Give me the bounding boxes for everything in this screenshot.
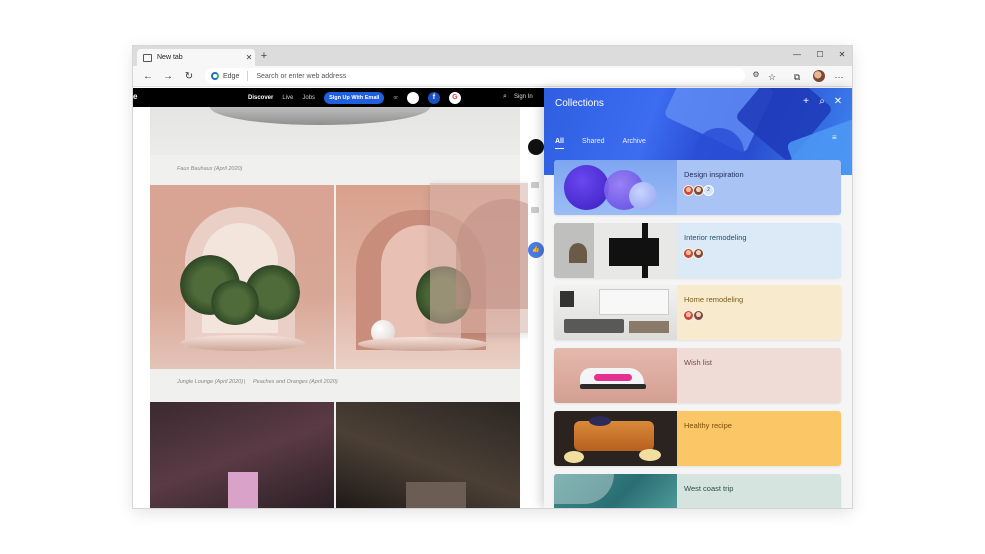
site-links: Discover Live Jobs Sign Up With Email or…: [248, 88, 461, 107]
card-thumbnail: [554, 474, 677, 508]
page-side-strip: 👍: [528, 107, 544, 508]
collection-card-interior-remodeling[interactable]: Interior remodeling: [554, 223, 841, 278]
address-divider: [247, 71, 249, 81]
search-icon[interactable]: ⌕: [816, 96, 828, 108]
browser-toolbar: ← → ↻ Edge Search or enter web address ⚙…: [133, 66, 852, 87]
pink-interior-image[interactable]: [150, 402, 334, 508]
card-thumbnail: [554, 348, 677, 403]
shared-count: 2: [703, 185, 714, 196]
profile-avatar[interactable]: [813, 70, 825, 82]
collection-card-design-inspiration[interactable]: Design inspiration 2: [554, 160, 841, 215]
nav-live[interactable]: Live: [282, 95, 293, 101]
collections-pane: Collections + ⌕ ✕ All Shared Archive ≡ D…: [544, 88, 852, 508]
close-icon[interactable]: ✕: [832, 96, 844, 108]
refresh-button[interactable]: ↻: [182, 70, 196, 84]
google-signin-icon[interactable]: G: [448, 91, 461, 104]
maximize-button[interactable]: ☐: [811, 48, 829, 62]
browser-window: New tab ✕ + — ☐ ✕ ← → ↻ Edge Search or e…: [133, 46, 852, 508]
collections-tabs: All Shared Archive: [555, 138, 646, 149]
nav-jobs[interactable]: Jobs: [302, 95, 315, 101]
collection-card-healthy-recipe[interactable]: Healthy recipe: [554, 411, 841, 466]
caption-right: Peaches and Oranges (April 2020): [253, 379, 338, 385]
shared-avatars: [683, 310, 704, 321]
jungle-lounge-image[interactable]: [150, 185, 334, 369]
new-tab-page-icon: [143, 53, 152, 62]
edge-logo-icon: [211, 72, 219, 80]
card-title: Home remodeling: [684, 295, 744, 304]
site-search-icon[interactable]: ⌕: [503, 93, 507, 101]
card-thumbnail: [554, 411, 677, 466]
tab-archive[interactable]: Archive: [623, 138, 646, 149]
site-signin-link[interactable]: Sign In: [514, 94, 533, 100]
new-tab-button[interactable]: +: [257, 49, 271, 63]
facebook-signin-icon[interactable]: f: [427, 91, 440, 104]
dark-interior-image[interactable]: [336, 402, 520, 508]
collection-card-wish-list[interactable]: Wish list: [554, 348, 841, 403]
card-title: Healthy recipe: [684, 421, 732, 430]
card-thumbnail: [554, 160, 677, 215]
favorite-star-icon[interactable]: ☆: [765, 70, 779, 84]
more-menu-icon[interactable]: ···: [832, 70, 846, 84]
card-title: West coast trip: [684, 484, 734, 493]
apple-signin-icon[interactable]: [406, 91, 419, 104]
tab-shared[interactable]: Shared: [582, 138, 605, 149]
caption-top: Faux Bauhaus (April 2020): [177, 166, 243, 172]
site-logo[interactable]: e: [133, 92, 137, 101]
avatar: [693, 248, 704, 259]
tab-close-icon[interactable]: ✕: [243, 53, 255, 62]
title-bar: New tab ✕ + — ☐ ✕: [133, 46, 852, 66]
collection-card-home-remodeling[interactable]: Home remodeling: [554, 285, 841, 340]
tab-title: New tab: [157, 54, 183, 61]
collections-title: Collections: [555, 98, 604, 109]
close-window-button[interactable]: ✕: [833, 48, 851, 62]
nav-discover[interactable]: Discover: [248, 95, 273, 101]
shared-avatars: [683, 248, 704, 259]
back-button[interactable]: ←: [141, 70, 155, 84]
sort-menu-icon[interactable]: ≡: [832, 133, 837, 142]
address-input[interactable]: Search or enter web address: [256, 73, 346, 80]
or-label: or: [393, 94, 398, 101]
extensions-icon[interactable]: ⚙: [751, 70, 761, 79]
studio-avatar[interactable]: [528, 139, 544, 155]
side-item[interactable]: [531, 182, 539, 188]
address-brand: Edge: [223, 72, 240, 80]
top-project-image[interactable]: [150, 107, 520, 155]
forward-button[interactable]: →: [161, 70, 175, 84]
side-item[interactable]: [531, 207, 539, 213]
add-collection-icon[interactable]: +: [800, 96, 812, 108]
card-thumbnail: [554, 285, 677, 340]
caption-left: Jungle Lounge (April 2020): [177, 379, 244, 385]
card-title: Wish list: [684, 358, 712, 367]
caption-separator: |: [244, 379, 246, 385]
minimize-button[interactable]: —: [788, 48, 806, 62]
card-title: Design inspiration: [684, 170, 744, 179]
card-thumbnail: [554, 223, 677, 278]
address-bar[interactable]: Edge Search or enter web address ⚙: [205, 68, 760, 84]
collections-icon[interactable]: ⧉: [790, 70, 804, 84]
shared-avatars: 2: [683, 185, 714, 196]
tab-all[interactable]: All: [555, 138, 564, 149]
card-title: Interior remodeling: [684, 233, 747, 242]
appreciate-icon[interactable]: 👍: [528, 242, 544, 258]
tab-new-tab[interactable]: New tab ✕: [137, 49, 255, 66]
collection-card-west-coast-trip[interactable]: West coast trip: [554, 474, 841, 508]
avatar: [693, 310, 704, 321]
project-gallery: Faux Bauhaus (April 2020) Jungle Lounge …: [150, 107, 580, 508]
signup-email-button[interactable]: Sign Up With Email: [324, 91, 385, 104]
